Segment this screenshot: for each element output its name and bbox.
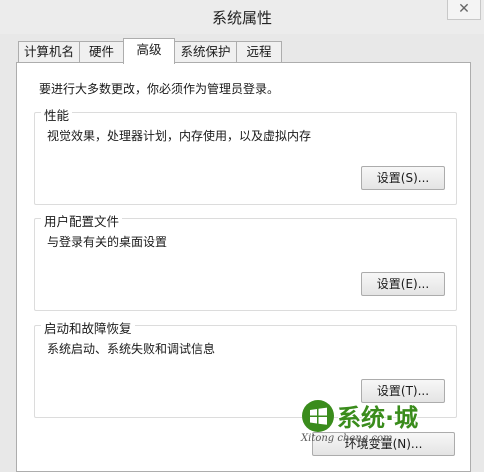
windows-logo-icon [302, 400, 334, 432]
close-button[interactable]: ✕ [447, 0, 481, 20]
close-icon: ✕ [458, 1, 470, 17]
site-watermark: 系统·城 Xitong cheng.com [295, 393, 455, 453]
user-profiles-settings-button[interactable]: 设置(E)... [361, 272, 445, 296]
performance-description: 视觉效果，处理器计划，内存使用，以及虚拟内存 [47, 129, 312, 143]
user-profiles-group: 用户配置文件 与登录有关的桌面设置 设置(E)... [34, 211, 457, 311]
startup-recovery-description: 系统启动、系统失败和调试信息 [47, 342, 216, 356]
watermark-subtext: Xitong cheng.com [301, 433, 393, 444]
tab-computer-name[interactable]: 计算机名 [18, 41, 80, 62]
title-bar: 系统属性 ✕ [0, 0, 484, 34]
performance-title: 性能 [41, 105, 73, 124]
user-profiles-description: 与登录有关的桌面设置 [47, 235, 168, 249]
tab-advanced[interactable]: 高级 [123, 38, 175, 64]
performance-group: 性能 视觉效果，处理器计划，内存使用，以及虚拟内存 设置(S)... [34, 105, 457, 205]
tab-remote[interactable]: 远程 [236, 41, 282, 62]
performance-settings-button[interactable]: 设置(S)... [361, 166, 445, 190]
tab-system-protection[interactable]: 系统保护 [174, 41, 237, 62]
admin-notice: 要进行大多数更改，你必须作为管理员登录。 [39, 82, 280, 96]
user-profiles-title: 用户配置文件 [41, 211, 123, 230]
startup-recovery-title: 启动和故障恢复 [41, 318, 135, 337]
tab-hardware[interactable]: 硬件 [79, 41, 124, 62]
window-title: 系统属性 [211, 9, 272, 27]
watermark-text: 系统·城 [337, 404, 419, 432]
